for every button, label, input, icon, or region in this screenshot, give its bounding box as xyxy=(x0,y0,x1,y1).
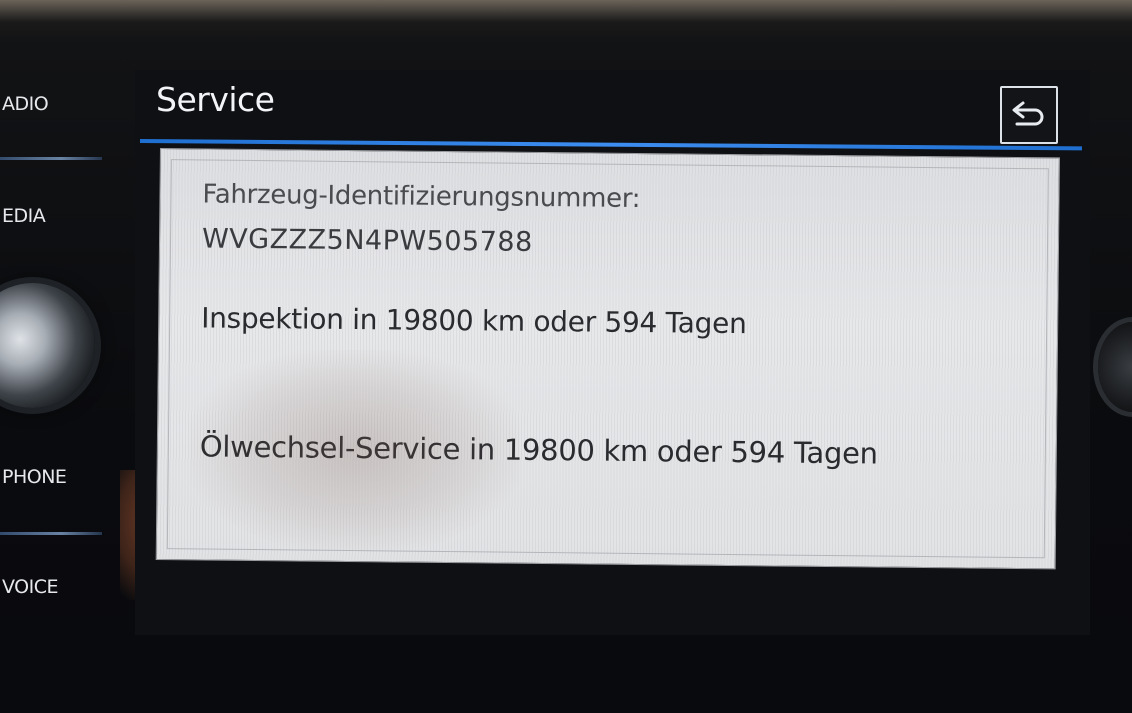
vin-label: Fahrzeug-Identifizierungsnummer: xyxy=(202,179,641,215)
media-button-label: EDIA xyxy=(2,205,46,227)
panel-border xyxy=(166,159,1049,559)
back-arrow-icon xyxy=(1009,98,1049,132)
radio-button-label: ADIO xyxy=(2,93,49,115)
volume-knob[interactable] xyxy=(0,283,95,408)
head-unit-frame: ADIO EDIA PHONE VOICE Service Fahrzeug-I… xyxy=(0,0,1132,713)
side-divider xyxy=(0,532,102,535)
tune-knob[interactable] xyxy=(1098,322,1132,412)
oil-service-info: Ölwechsel-Service in 19800 km oder 594 T… xyxy=(199,429,878,471)
back-button[interactable] xyxy=(1000,86,1058,144)
voice-button-label: VOICE xyxy=(2,576,59,598)
page-title: Service xyxy=(156,80,275,119)
vin-value: WVGZZZ5N4PW505788 xyxy=(201,223,533,258)
top-bezel xyxy=(0,0,1132,22)
phone-button-label: PHONE xyxy=(2,466,67,488)
side-divider xyxy=(0,157,102,160)
inspection-info: Inspektion in 19800 km oder 594 Tagen xyxy=(201,301,747,341)
service-info-panel: Fahrzeug-Identifizierungsnummer: WVGZZZ5… xyxy=(155,148,1060,570)
